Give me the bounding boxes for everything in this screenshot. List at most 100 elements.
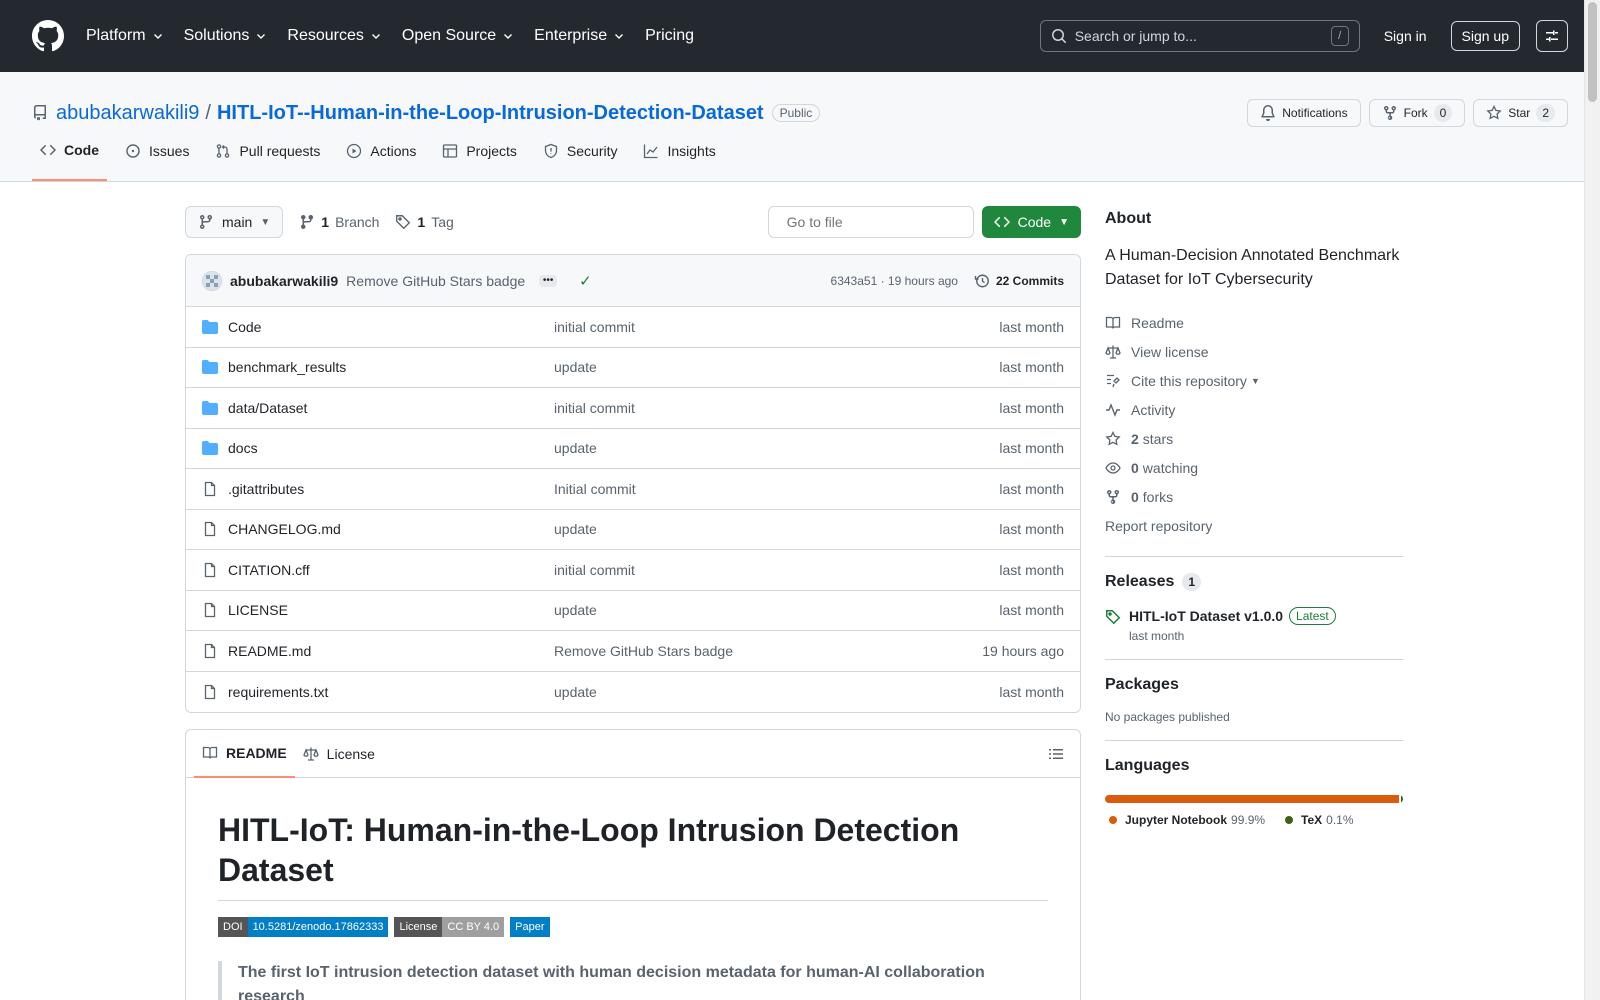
github-logo-icon[interactable] [32,20,64,52]
doi-badge[interactable]: DOI 10.5281/zenodo.17862333 [218,917,389,937]
language-item[interactable]: TeX 0.1% [1285,813,1354,827]
file-commit-message[interactable]: initial commit [554,319,999,335]
scrollbar-thumb[interactable] [1588,2,1597,102]
avatar[interactable] [202,270,222,291]
branch-selector[interactable]: main ▼ [185,206,284,238]
tab-insights[interactable]: Insights [635,135,723,181]
file-name-link[interactable]: README.md [228,643,554,659]
license-link[interactable]: View license [1105,337,1403,366]
tab-license[interactable]: License [295,730,383,778]
file-commit-message[interactable]: Remove GitHub Stars badge [554,643,982,659]
nav-item-enterprise[interactable]: Enterprise [534,27,625,45]
forks-link[interactable]: 0 forks [1105,482,1403,511]
nav-item-label: Open Source [401,27,497,44]
repo-name-link[interactable]: HITL-IoT--Human-in-the-Loop-Intrusion-De… [217,102,764,125]
table-row[interactable]: CHANGELOG.md update last month [186,510,1080,550]
table-row[interactable]: data/Dataset initial commit last month [186,388,1080,429]
table-row[interactable]: benchmark_results update last month [186,348,1080,388]
code-dropdown-button[interactable]: Code ▼ [981,206,1081,238]
star-button[interactable]: Star 2 [1473,99,1568,127]
report-repository-link[interactable]: Report repository [1105,511,1403,540]
global-search-input[interactable] [1074,28,1331,44]
sign-in-link[interactable]: Sign in [1384,28,1427,44]
notifications-button[interactable]: Notifications [1247,99,1361,127]
file-name-link[interactable]: docs [228,440,554,456]
tab-actions[interactable]: Actions [338,135,424,181]
tab-code[interactable]: Code [32,135,107,181]
settings-menu-button[interactable] [1536,20,1568,52]
stars-link[interactable]: 2 stars [1105,424,1403,453]
folder-icon [202,440,218,456]
release-item[interactable]: HITL-IoT Dataset v1.0.0 Latest last mont… [1105,607,1403,643]
watching-link[interactable]: 0 watching [1105,453,1403,482]
commit-message-link[interactable]: Remove GitHub Stars badge [346,273,525,289]
file-name-link[interactable]: CHANGELOG.md [228,521,554,537]
file-name-link[interactable]: .gitattributes [228,481,554,497]
go-to-file[interactable] [767,206,974,238]
star-label: Star [1508,106,1531,120]
readme-link[interactable]: Readme [1105,308,1403,337]
global-search[interactable]: / [1039,20,1360,52]
commit-details-toggle[interactable]: ••• [539,274,558,287]
language-percent: 99.9% [1231,813,1266,827]
table-row[interactable]: LICENSE update last month [186,591,1080,631]
file-commit-time: last month [999,359,1064,376]
file-name-link[interactable]: data/Dataset [228,400,554,416]
outline-button[interactable] [1040,746,1072,762]
file-name-link[interactable]: benchmark_results [228,359,554,375]
chevron-down-icon [502,30,514,42]
folder-icon [202,400,218,416]
file-commit-message[interactable]: initial commit [554,400,999,416]
file-commit-message[interactable]: update [554,602,999,618]
file-commit-message[interactable]: update [554,440,999,456]
releases-heading[interactable]: Releases 1 [1105,573,1403,591]
commit-author-link[interactable]: abubakarwakili9 [230,273,338,289]
file-name-link[interactable]: CITATION.cff [228,562,554,578]
file-commit-message[interactable]: update [554,359,999,375]
tab-issues[interactable]: Issues [117,135,197,181]
table-row[interactable]: .gitattributes Initial commit last month [186,469,1080,510]
table-row[interactable]: Code initial commit last month [186,307,1080,348]
tab-security[interactable]: Security [535,135,626,181]
tab-pull-requests[interactable]: Pull requests [207,135,328,181]
nav-item-pricing[interactable]: Pricing [645,27,694,45]
tab-readme[interactable]: README [194,730,295,778]
packages-heading[interactable]: Packages [1105,676,1403,694]
file-commit-message[interactable]: Initial commit [554,481,999,497]
page-scrollbar[interactable] [1584,0,1600,1000]
check-icon[interactable]: ✓ [579,272,592,290]
tab-projects[interactable]: Projects [434,135,525,181]
table-row[interactable]: README.md Remove GitHub Stars badge 19 hou… [186,631,1080,672]
branches-link[interactable]: 1 Branch [299,214,379,230]
fork-icon [1107,489,1119,504]
table-row[interactable]: CITATION.cff initial commit last month [186,550,1080,591]
file-commit-message[interactable]: update [554,521,999,537]
file-commit-message[interactable]: update [554,684,999,700]
file-name-link[interactable]: requirements.txt [228,684,554,700]
paper-badge[interactable]: Paper [510,917,550,937]
repo-owner-link[interactable]: abubakarwakili9 [56,102,199,125]
file-commit-message[interactable]: initial commit [554,562,999,578]
license-badge[interactable]: License CC BY 4.0 [394,917,505,937]
table-row[interactable]: docs update last month [186,429,1080,469]
nav-item-solutions[interactable]: Solutions [184,27,268,45]
activity-link[interactable]: Activity [1105,395,1403,424]
language-item[interactable]: Jupyter Notebook 99.9% [1109,813,1265,827]
commits-history-link[interactable]: 22 Commits [974,273,1064,289]
file-name-link[interactable]: LICENSE [228,602,554,618]
file-name-link[interactable]: Code [228,319,554,335]
fork-button[interactable]: Fork 0 [1368,99,1466,127]
cite-repository-button[interactable]: Cite this repository ▼ [1105,366,1403,395]
nav-item-open-source[interactable]: Open Source [402,27,514,45]
commit-hash-time[interactable]: 6343a51 · 19 hours ago [831,274,958,288]
nav-item-platform[interactable]: Platform [86,27,164,45]
sign-up-button[interactable]: Sign up [1450,21,1520,51]
language-bar-segment [1401,795,1403,803]
nav-item-resources[interactable]: Resources [287,27,381,45]
go-to-file-input[interactable] [786,214,968,230]
table-row[interactable]: requirements.txt update last month [186,672,1080,713]
fork-label: Fork [1403,106,1428,120]
tags-link[interactable]: 1 Tag [395,214,454,230]
file-commit-time: last month [999,480,1064,497]
branch-label: Branch [335,214,380,230]
